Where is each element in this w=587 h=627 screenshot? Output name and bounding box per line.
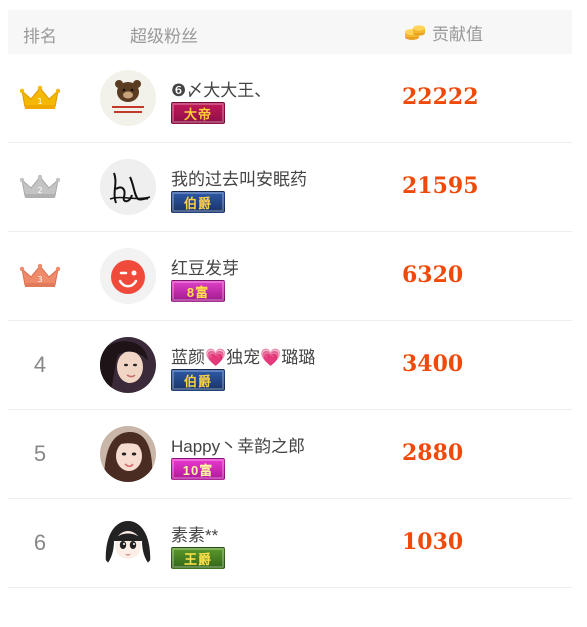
woman-photo-avatar-icon [100, 426, 156, 482]
rank-cell: 5 [8, 410, 72, 498]
bear-avatar-icon [100, 70, 156, 126]
gold-crown-icon: 1 [19, 85, 61, 109]
fan-name[interactable]: 素素** [171, 521, 218, 546]
rank-column-header: 排名 [23, 27, 57, 46]
fans-column-header: 超级粉丝 [130, 27, 198, 46]
silver-crown-icon: 2 [19, 174, 61, 198]
avatar[interactable] [100, 248, 156, 304]
rank-number: 6 [33, 530, 47, 555]
rank-badge: 王爵 [171, 547, 225, 569]
table-row[interactable]: 5 Happy丶幸韵之郎 10富 2880 [8, 410, 572, 499]
avatar[interactable] [100, 426, 156, 482]
table-row[interactable]: 3 红豆发芽 8富 6320 [8, 232, 572, 321]
crown-rank-number: 2 [37, 186, 42, 195]
contribution-score: 2880 [402, 440, 464, 466]
rank-number: 4 [33, 352, 47, 377]
crown-rank-number: 3 [37, 275, 42, 284]
crown-rank-number: 1 [37, 97, 42, 106]
avatar[interactable] [100, 159, 156, 215]
leaderboard-header: 排名 超级粉丝 贡献值 [8, 10, 572, 54]
fan-name[interactable]: 红豆发芽 [171, 254, 239, 279]
cartoon-girl-avatar-icon [100, 515, 156, 571]
contribution-score: 1030 [402, 529, 464, 555]
fan-name[interactable]: 蓝颜💗独宠💗璐璐 [171, 343, 315, 368]
fan-name[interactable]: Happy丶幸韵之郎 [171, 432, 305, 457]
rank-number: 5 [33, 441, 47, 466]
rank-cell: 4 [8, 321, 72, 409]
bronze-crown-icon: 3 [19, 263, 61, 287]
contribution-score: 22222 [402, 84, 479, 110]
table-row[interactable]: 6 素素** 王爵 1030 [8, 499, 572, 588]
rank-badge: 大帝 [171, 102, 225, 124]
table-row[interactable]: 1 ❻〆大大王、 大帝 22222 [8, 54, 572, 143]
winking-face-avatar-icon [100, 248, 156, 304]
contribution-score: 6320 [402, 262, 464, 288]
avatar[interactable] [100, 515, 156, 571]
woman-photo-avatar-icon [100, 337, 156, 393]
contribution-label: 贡献值 [432, 25, 483, 44]
rank-badge: 伯爵 [171, 191, 225, 213]
avatar[interactable] [100, 70, 156, 126]
contribution-score: 21595 [402, 173, 479, 199]
contribution-column-header: 贡献值 [404, 20, 483, 45]
fan-leaderboard: 排名 超级粉丝 贡献值 1 ❻〆大大王、 大帝 22222 2 我的过去叫安眠药… [8, 10, 572, 588]
table-row[interactable]: 4 蓝颜💗独宠💗璐璐 伯爵 3400 [8, 321, 572, 410]
rank-cell: 2 [8, 143, 72, 231]
rank-cell: 1 [8, 54, 72, 142]
rank-cell: 6 [8, 499, 72, 587]
rank-badge: 8富 [171, 280, 225, 302]
signature-avatar-icon [100, 159, 156, 215]
table-row[interactable]: 2 我的过去叫安眠药 伯爵 21595 [8, 143, 572, 232]
coin-stack-icon [405, 24, 425, 40]
avatar[interactable] [100, 337, 156, 393]
rank-cell: 3 [8, 232, 72, 320]
rank-badge: 10富 [171, 458, 225, 480]
rank-badge: 伯爵 [171, 369, 225, 391]
fan-name[interactable]: 我的过去叫安眠药 [171, 165, 307, 190]
contribution-score: 3400 [402, 351, 464, 377]
fan-name[interactable]: ❻〆大大王、 [171, 76, 271, 101]
